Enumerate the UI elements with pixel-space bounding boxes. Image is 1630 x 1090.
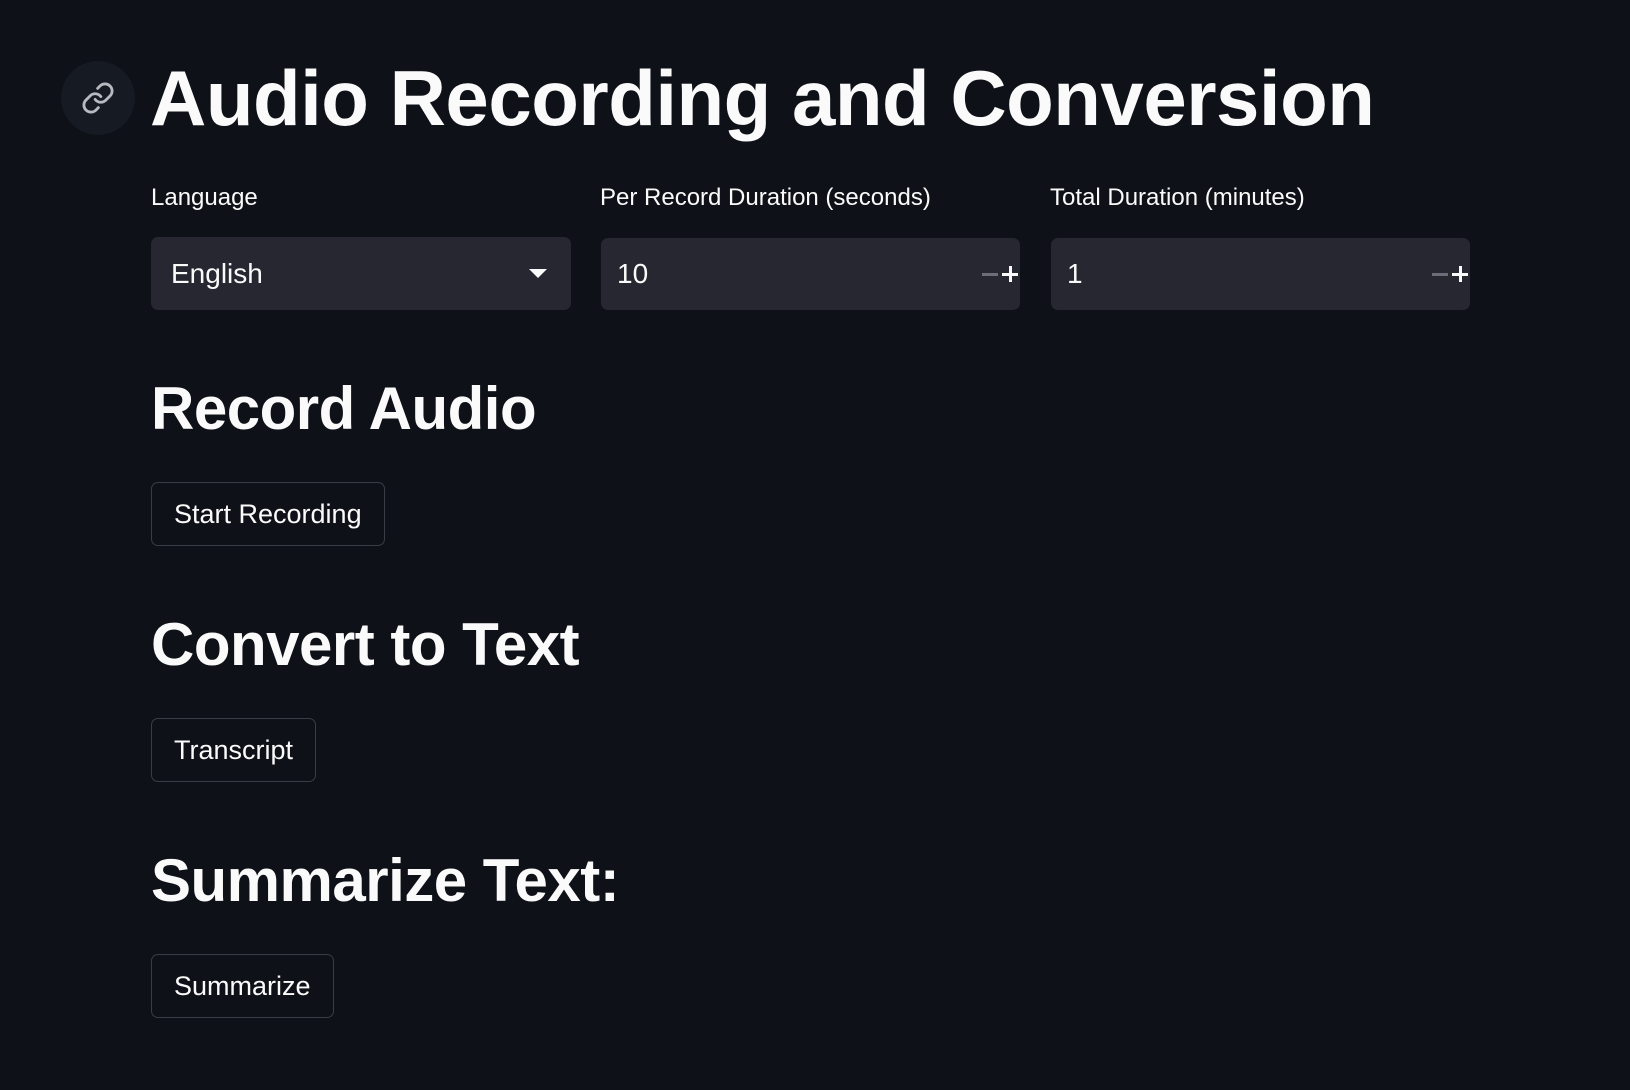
total-duration-decrement-button[interactable] (1430, 238, 1450, 310)
chevron-down-icon (529, 269, 547, 278)
language-label: Language (151, 184, 258, 211)
transcript-button[interactable]: Transcript (151, 718, 317, 782)
per-record-duration-field (601, 238, 1020, 310)
convert-to-text-heading: Convert to Text (151, 611, 580, 678)
total-duration-increment-button[interactable] (1450, 238, 1470, 310)
per-record-duration-input[interactable] (601, 257, 980, 291)
total-duration-label: Total Duration (minutes) (1050, 184, 1305, 211)
minus-icon (982, 272, 998, 276)
start-recording-button[interactable]: Start Recording (151, 482, 385, 546)
link-icon[interactable] (61, 61, 135, 135)
total-duration-input[interactable] (1051, 257, 1430, 291)
summarize-text-heading: Summarize Text: (151, 847, 620, 914)
language-select[interactable]: English (151, 237, 571, 310)
per-record-duration-label: Per Record Duration (seconds) (600, 184, 931, 211)
summarize-button[interactable]: Summarize (151, 954, 334, 1018)
app-container: Audio Recording and Conversion Language … (0, 0, 1630, 1090)
per-record-duration-increment-button[interactable] (1000, 238, 1020, 310)
record-audio-heading: Record Audio (151, 375, 537, 442)
minus-icon (1432, 272, 1448, 276)
per-record-duration-decrement-button[interactable] (980, 238, 1000, 310)
total-duration-field (1051, 238, 1470, 310)
plus-icon (1452, 266, 1468, 282)
page-title: Audio Recording and Conversion (150, 54, 1375, 142)
language-selected-value: English (171, 257, 263, 289)
plus-icon (1002, 266, 1018, 282)
